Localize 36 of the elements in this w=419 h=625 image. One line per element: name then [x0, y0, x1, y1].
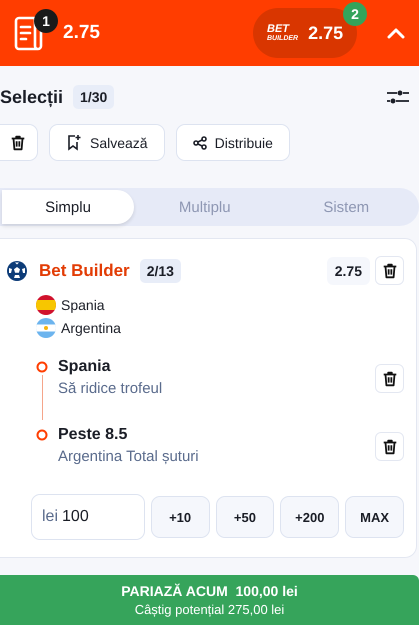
football-icon	[6, 260, 28, 282]
argentina-flag-icon	[36, 318, 56, 338]
selection-title: Peste 8.5	[58, 426, 128, 444]
delete-button[interactable]	[375, 364, 404, 393]
spain-flag-icon	[36, 295, 56, 315]
timeline-dot-icon	[36, 361, 48, 373]
team-name: Spania	[61, 297, 105, 313]
total-odds: 2.75	[63, 22, 100, 44]
share-icon	[192, 136, 207, 150]
share-button[interactable]: Distribuie	[176, 124, 290, 161]
builder-odds: 2.75	[308, 22, 344, 44]
amount-button[interactable]: +200	[280, 496, 340, 538]
timeline-dot-icon	[36, 429, 48, 441]
delete-button[interactable]	[375, 432, 404, 461]
amount-button[interactable]: +10	[150, 496, 210, 538]
selections-title: Selecții	[0, 86, 64, 108]
tab[interactable]: Simplu	[2, 190, 134, 224]
market-name: Argentina Total șuturi	[58, 448, 199, 465]
bet-title: Bet Builder	[39, 260, 130, 280]
currency-label: lei	[42, 508, 58, 526]
selections-count: 1/30	[73, 85, 114, 109]
delete-button[interactable]	[375, 256, 404, 285]
bookmark-add-icon	[66, 134, 82, 151]
legs-count: 2/13	[140, 258, 181, 282]
chevron-up-icon[interactable]	[387, 27, 405, 39]
amount-button[interactable]: +50	[216, 496, 274, 538]
bet-odds: 2.75	[326, 256, 370, 284]
save-button[interactable]: Salvează	[49, 124, 165, 161]
count-badge: 1	[34, 9, 58, 33]
selection-title: Spania	[58, 358, 112, 376]
count-badge: 2	[343, 2, 367, 26]
market-name: Să ridice trofeul	[58, 380, 162, 397]
amount-button[interactable]: MAX	[345, 496, 404, 538]
delete-button[interactable]	[0, 124, 38, 161]
team-name: Argentina	[61, 320, 121, 336]
filter-icon[interactable]	[387, 88, 409, 106]
